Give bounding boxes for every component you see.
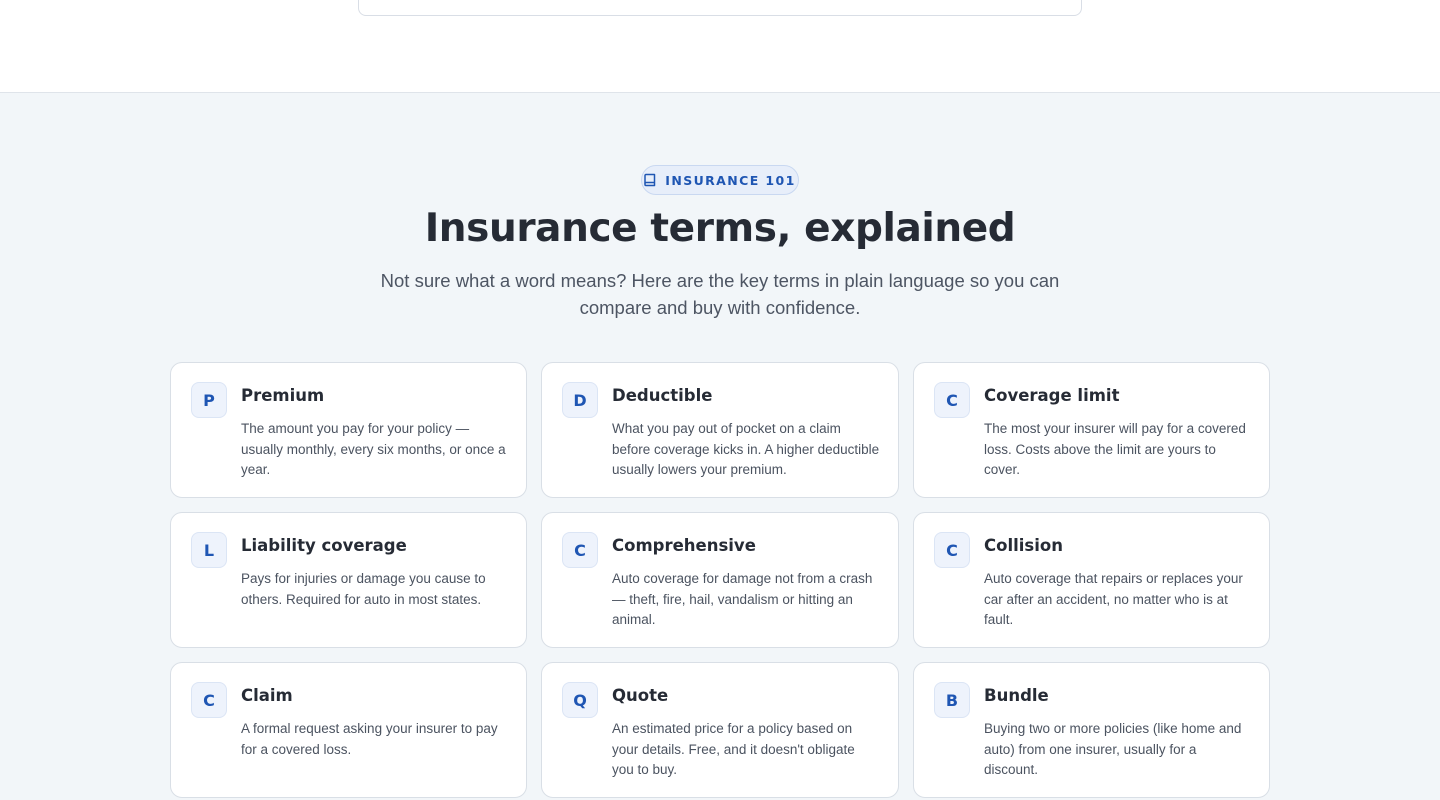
letter-badge: C xyxy=(934,382,970,418)
term-title: Quote xyxy=(612,686,669,705)
term-card-liability-coverage: L Liability coverage Pays for injuries o… xyxy=(170,512,527,648)
term-card-quote: Q Quote An estimated price for a policy … xyxy=(541,662,899,798)
term-title: Liability coverage xyxy=(241,536,407,555)
letter-badge: D xyxy=(562,382,598,418)
term-card-comprehensive: C Comprehensive Auto coverage for damage… xyxy=(541,512,899,648)
letter-badge: C xyxy=(191,682,227,718)
book-icon xyxy=(644,173,657,187)
letter-badge: B xyxy=(934,682,970,718)
term-description: Pays for injuries or damage you cause to… xyxy=(241,571,486,607)
badge-label: INSURANCE 101 xyxy=(665,172,796,188)
term-card-deductible: D Deductible What you pay out of pocket … xyxy=(541,362,899,498)
term-title: Bundle xyxy=(984,686,1049,705)
term-description: What you pay out of pocket on a claim be… xyxy=(612,421,880,477)
term-title: Premium xyxy=(241,386,325,405)
term-card-claim: C Claim A formal request asking your ins… xyxy=(170,662,527,798)
top-area xyxy=(0,0,1440,93)
term-description: An estimated price for a policy based on… xyxy=(612,721,855,777)
term-title: Coverage limit xyxy=(984,386,1120,405)
letter-badge: Q xyxy=(562,682,598,718)
term-description: Buying two or more policies (like home a… xyxy=(984,721,1242,777)
letter-badge: L xyxy=(191,532,227,568)
term-title: Claim xyxy=(241,686,293,705)
term-card-collision: C Collision Auto coverage that repairs o… xyxy=(913,512,1270,648)
term-description: The amount you pay for your policy — usu… xyxy=(241,421,506,477)
section-subtitle: Not sure what a word means? Here are the… xyxy=(380,270,1060,318)
letter-badge: P xyxy=(191,382,227,418)
term-description: A formal request asking your insurer to … xyxy=(241,721,498,757)
term-description: The most your insurer will pay for a cov… xyxy=(984,421,1246,477)
terms-grid: P Premium The amount you pay for your po… xyxy=(170,362,1270,798)
term-description: Auto coverage for damage not from a cras… xyxy=(612,571,873,627)
section-badge: INSURANCE 101 xyxy=(641,165,799,195)
term-card-premium: P Premium The amount you pay for your po… xyxy=(170,362,527,498)
term-title: Deductible xyxy=(612,386,713,405)
letter-badge: C xyxy=(562,532,598,568)
term-card-bundle: B Bundle Buying two or more policies (li… xyxy=(913,662,1270,798)
top-card xyxy=(358,0,1082,16)
term-description: Auto coverage that repairs or replaces y… xyxy=(984,571,1243,627)
term-title: Comprehensive xyxy=(612,536,756,555)
section-title: Insurance terms, explained xyxy=(424,206,1016,251)
term-card-coverage-limit: C Coverage limit The most your insurer w… xyxy=(913,362,1270,498)
term-title: Collision xyxy=(984,536,1063,555)
letter-badge: C xyxy=(934,532,970,568)
